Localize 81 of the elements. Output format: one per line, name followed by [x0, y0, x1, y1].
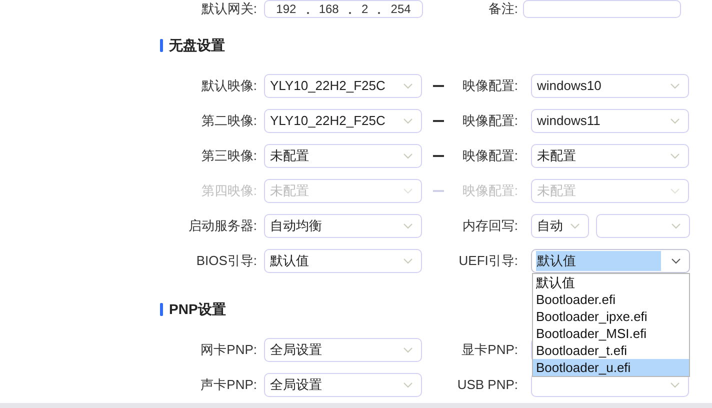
section-marker [160, 303, 163, 316]
select-field[interactable]: YLY10_22H2_F25C [264, 109, 422, 133]
field-label: 映像配置: [461, 147, 518, 166]
section-marker [160, 39, 163, 52]
select-field[interactable]: 全局设置 [264, 373, 422, 397]
chevron-down-icon [403, 223, 413, 229]
ip-octet: 168 [318, 1, 339, 18]
select-field[interactable]: windows11 [531, 109, 689, 133]
dash-separator [433, 155, 444, 157]
field-label: 映像配置: [461, 182, 518, 200]
field-label: 第四映像: [200, 182, 257, 200]
chevron-down-icon [403, 83, 413, 89]
select-value: 未配置 [269, 147, 310, 166]
dropdown-option[interactable]: 默认值 [533, 274, 689, 291]
section-title: 无盘设置 [169, 36, 225, 55]
field-label: 内存回写: [461, 217, 518, 236]
select-field[interactable]: YLY10_22H2_F25C [264, 74, 422, 98]
select-value: windows10 [536, 77, 602, 96]
field-label: 显卡PNP: [460, 341, 518, 360]
select-value: 未配置 [536, 182, 577, 200]
field-label: 第三映像: [200, 147, 257, 166]
select-value: 全局设置 [269, 376, 323, 394]
select-field[interactable]: 未配置 [531, 144, 689, 168]
chevron-down-icon [403, 382, 413, 388]
section-title: PNP设置 [169, 300, 226, 319]
remark-field[interactable] [523, 0, 681, 18]
ip-octet: 192 [276, 1, 296, 18]
select-field[interactable] [596, 214, 690, 238]
select-field[interactable]: windows10 [531, 74, 689, 98]
chevron-down-icon [403, 188, 413, 194]
select-value: 全局设置 [269, 341, 323, 360]
field-label: 启动服务器: [187, 217, 257, 236]
field-label: 映像配置: [461, 77, 518, 96]
dropdown-option[interactable]: Bootloader_t.efi [533, 342, 689, 359]
field-label: USB PNP: [456, 376, 518, 394]
select-value: 未配置 [536, 147, 577, 166]
dropdown-option[interactable]: Bootloader_ipxe.efi [533, 308, 689, 325]
chevron-down-icon [670, 153, 680, 159]
select-field[interactable]: 默认值 [531, 249, 690, 273]
chevron-down-icon [403, 153, 413, 159]
select-value: YLY10_22H2_F25C [269, 112, 386, 130]
select-field[interactable]: 自动均衡 [264, 214, 422, 238]
field-label: 默认映像: [200, 77, 257, 96]
select-field[interactable]: 未配置 [264, 144, 422, 168]
dash-separator [433, 190, 444, 192]
select-value: 默认值 [269, 252, 310, 270]
select-value: YLY10_22H2_F25C [269, 77, 386, 96]
chevron-down-icon [671, 258, 681, 264]
chevron-down-icon [403, 347, 413, 353]
ip-octet: 2 [361, 1, 368, 18]
dropdown-option[interactable]: Bootloader_u.efi [533, 359, 689, 376]
select-value: 默认值 [536, 251, 661, 271]
select-field[interactable]: 默认值 [264, 249, 422, 273]
field-label: 第二映像: [200, 112, 257, 130]
chevron-down-icon [670, 382, 680, 388]
ip-octet: 254 [390, 1, 411, 18]
dash-separator [433, 120, 444, 122]
field-label: 映像配置: [461, 112, 518, 130]
select-value: 自动 [536, 217, 564, 236]
field-label: 备注: [487, 0, 518, 18]
dash-separator [433, 85, 444, 87]
chevron-down-icon [570, 223, 580, 229]
field-label: UEFI引导: [458, 252, 518, 270]
field-label: 网卡PNP: [200, 341, 257, 360]
dropdown-option[interactable]: Bootloader_MSI.efi [533, 325, 689, 342]
chevron-down-icon [670, 188, 680, 194]
chevron-down-icon [403, 258, 413, 264]
field-label: BIOS引导: [195, 252, 257, 270]
select-value: windows11 [536, 112, 602, 130]
field-label: 声卡PNP: [200, 376, 257, 394]
field-label: 默认网关: [200, 0, 257, 18]
chevron-down-icon [671, 223, 681, 229]
ip-address-field[interactable]: 192 168 2 254 [264, 0, 423, 18]
select-value: 自动均衡 [269, 217, 323, 236]
chevron-down-icon [670, 118, 680, 124]
select-field[interactable]: 全局设置 [264, 338, 422, 362]
chevron-down-icon [670, 83, 680, 89]
chevron-down-icon [403, 118, 413, 124]
select-field[interactable]: 自动 [531, 214, 589, 238]
dropdown-option[interactable]: Bootloader.efi [533, 291, 689, 308]
select-value: 未配置 [269, 182, 310, 200]
